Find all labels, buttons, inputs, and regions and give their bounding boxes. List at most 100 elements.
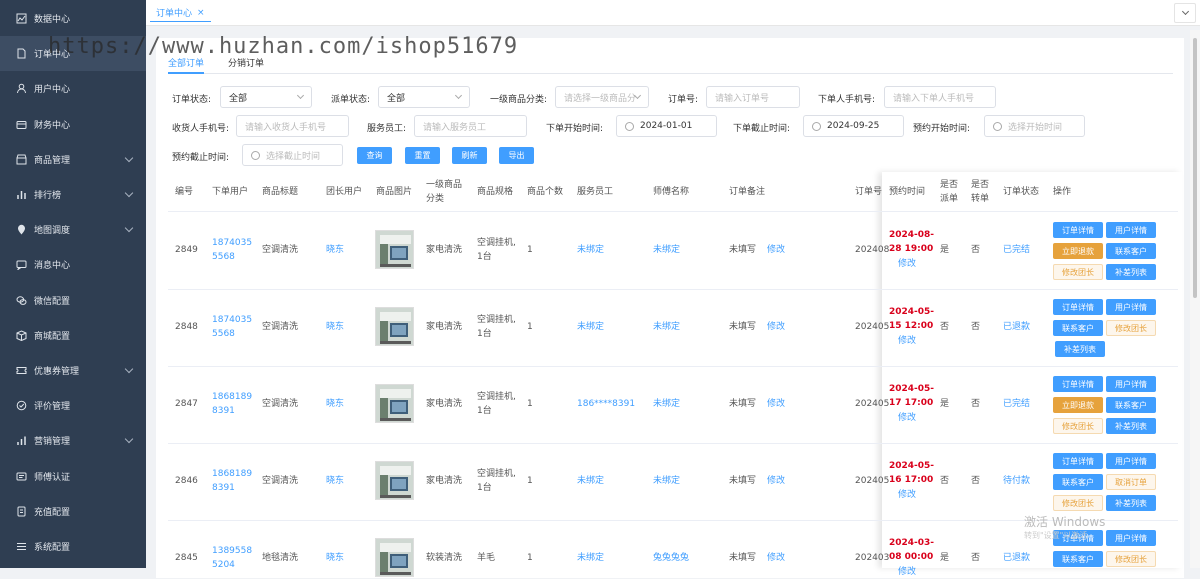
action-button[interactable]: 联系客户 (1053, 474, 1103, 490)
sidebar-item-5[interactable]: 排行榜 (0, 177, 146, 212)
buyer-phone-link[interactable]: 1868189 (212, 467, 252, 481)
sidebar-item-15[interactable]: 系统配置 (0, 529, 146, 564)
edit-remark-link[interactable]: 修改 (767, 551, 785, 565)
action-button[interactable]: 联系客户 (1106, 397, 1156, 413)
master-name-link[interactable]: 未绑定 (653, 320, 680, 334)
buyer-phone-link[interactable]: 1874035 (212, 236, 252, 250)
master-name-link[interactable]: 未绑定 (653, 474, 680, 488)
action-button[interactable]: 订单详情 (1053, 376, 1103, 392)
order-number: 202403 (855, 553, 890, 563)
action-button[interactable]: 补差列表 (1106, 418, 1156, 434)
column-header-master: 师傅名称 (653, 187, 690, 197)
sidebar-item-7[interactable]: 消息中心 (0, 247, 146, 282)
action-button[interactable]: 订单详情 (1053, 222, 1103, 238)
sidebar-item-14[interactable]: 充值配置 (0, 494, 146, 529)
order-status-select[interactable]: 全部 (220, 86, 312, 108)
buyer-phone-link[interactable]: 5204 (212, 558, 235, 572)
dispatch-status-select[interactable]: 全部 (378, 86, 470, 108)
sidebar-item-2[interactable]: 用户中心 (0, 71, 146, 106)
action-button[interactable]: 补差列表 (1106, 495, 1156, 511)
leader-link[interactable]: 晓东 (326, 474, 344, 488)
service-staff-link[interactable]: 未绑定 (577, 551, 604, 565)
sidebar-item-3[interactable]: 财务中心 (0, 107, 146, 142)
master-name-link[interactable]: 未绑定 (653, 397, 680, 411)
scrollbar[interactable] (1190, 30, 1200, 568)
buyer-phone-link[interactable]: 5568 (212, 250, 235, 264)
buyer-phone-link[interactable]: 1874035 (212, 313, 252, 327)
action-button[interactable]: 取消订单 (1106, 474, 1156, 490)
action-button[interactable]: 修改团长 (1053, 418, 1103, 434)
action-button[interactable]: 用户详情 (1106, 453, 1156, 469)
close-icon[interactable]: × (197, 8, 205, 18)
query-button[interactable]: 查询 (357, 147, 392, 164)
sidebar-item-11[interactable]: 评价管理 (0, 388, 146, 423)
action-button[interactable]: 补差列表 (1106, 264, 1156, 280)
service-staff-link[interactable]: 未绑定 (577, 474, 604, 488)
sidebar-item-4[interactable]: 商品管理 (0, 142, 146, 177)
action-button[interactable]: 联系客户 (1053, 320, 1103, 336)
edit-booking-link[interactable]: 修改 (898, 488, 916, 502)
booking-end-picker[interactable]: 选择截止时间 (242, 144, 343, 166)
service-staff-link[interactable]: 186****8391 (577, 397, 635, 411)
service-staff-link[interactable]: 未绑定 (577, 243, 604, 257)
buyer-phone-link[interactable]: 1389558 (212, 544, 252, 558)
action-button[interactable]: 修改团长 (1053, 495, 1103, 511)
edit-remark-link[interactable]: 修改 (767, 397, 785, 411)
order-no-input[interactable]: 请输入订单号 (706, 86, 800, 108)
leader-link[interactable]: 晓东 (326, 397, 344, 411)
staff-input[interactable]: 请输入服务员工 (414, 115, 527, 137)
master-name-link[interactable]: 未绑定 (653, 243, 680, 257)
clock-icon (251, 150, 260, 160)
action-button[interactable]: 订单详情 (1053, 453, 1103, 469)
receiver-phone-input[interactable]: 请输入收货人手机号 (236, 115, 349, 137)
buyer-phone-link[interactable]: 8391 (212, 481, 235, 495)
action-button[interactable]: 修改团长 (1106, 551, 1156, 567)
export-button[interactable]: 导出 (499, 147, 534, 164)
service-staff-link[interactable]: 未绑定 (577, 320, 604, 334)
action-button[interactable]: 补差列表 (1055, 341, 1105, 357)
action-button[interactable]: 修改团长 (1106, 320, 1156, 336)
tab-order-center[interactable]: 订单中心 × (150, 4, 211, 22)
sidebar-item-10[interactable]: 优惠券管理 (0, 353, 146, 388)
end-time-picker[interactable]: 2024-09-25 (803, 115, 904, 137)
sidebar-item-9[interactable]: 商城配置 (0, 318, 146, 353)
chevron-down-icon[interactable] (1174, 3, 1196, 23)
action-button[interactable]: 联系客户 (1053, 551, 1103, 567)
edit-booking-link[interactable]: 修改 (898, 565, 916, 579)
leader-link[interactable]: 晓东 (326, 551, 344, 565)
leader-link[interactable]: 晓东 (326, 320, 344, 334)
action-button[interactable]: 用户详情 (1106, 222, 1156, 238)
action-button[interactable]: 修改团长 (1053, 264, 1103, 280)
column-header-dispatch2: 派单 (940, 194, 959, 204)
buyer-phone-link[interactable]: 8391 (212, 404, 235, 418)
category-select[interactable]: 请选择一级商品分 (555, 86, 649, 108)
start-time-picker[interactable]: 2024-01-01 (616, 115, 717, 137)
action-button[interactable]: 用户详情 (1106, 299, 1156, 315)
edit-booking-link[interactable]: 修改 (898, 257, 916, 271)
buyer-phone-link[interactable]: 1868189 (212, 390, 252, 404)
master-name-link[interactable]: 兔兔兔兔 (653, 551, 689, 565)
refresh-button[interactable]: 刷新 (452, 147, 487, 164)
action-button[interactable]: 用户详情 (1106, 530, 1156, 546)
action-button[interactable]: 用户详情 (1106, 376, 1156, 392)
edit-remark-link[interactable]: 修改 (767, 474, 785, 488)
sidebar-item-8[interactable]: 微信配置 (0, 283, 146, 318)
edit-remark-link[interactable]: 修改 (767, 243, 785, 257)
buyer-phone-input[interactable]: 请输入下单人手机号 (884, 86, 996, 108)
booking-start-picker[interactable]: 选择开始时间 (984, 115, 1085, 137)
buyer-phone-link[interactable]: 5568 (212, 327, 235, 341)
edit-booking-link[interactable]: 修改 (898, 411, 916, 425)
sidebar-item-12[interactable]: 营销管理 (0, 423, 146, 458)
sidebar-item-6[interactable]: 地图调度 (0, 212, 146, 247)
action-button[interactable]: 立即退款 (1053, 397, 1103, 413)
action-button[interactable]: 立即退款 (1053, 243, 1103, 259)
chevron-down-icon (124, 435, 134, 444)
action-button[interactable]: 联系客户 (1106, 243, 1156, 259)
edit-booking-link[interactable]: 修改 (898, 334, 916, 348)
sidebar-item-13[interactable]: 师傅认证 (0, 459, 146, 494)
sidebar-item-0[interactable]: 数据中心 (0, 1, 146, 36)
action-button[interactable]: 订单详情 (1053, 299, 1103, 315)
edit-remark-link[interactable]: 修改 (767, 320, 785, 334)
reset-button[interactable]: 重置 (405, 147, 440, 164)
leader-link[interactable]: 晓东 (326, 243, 344, 257)
